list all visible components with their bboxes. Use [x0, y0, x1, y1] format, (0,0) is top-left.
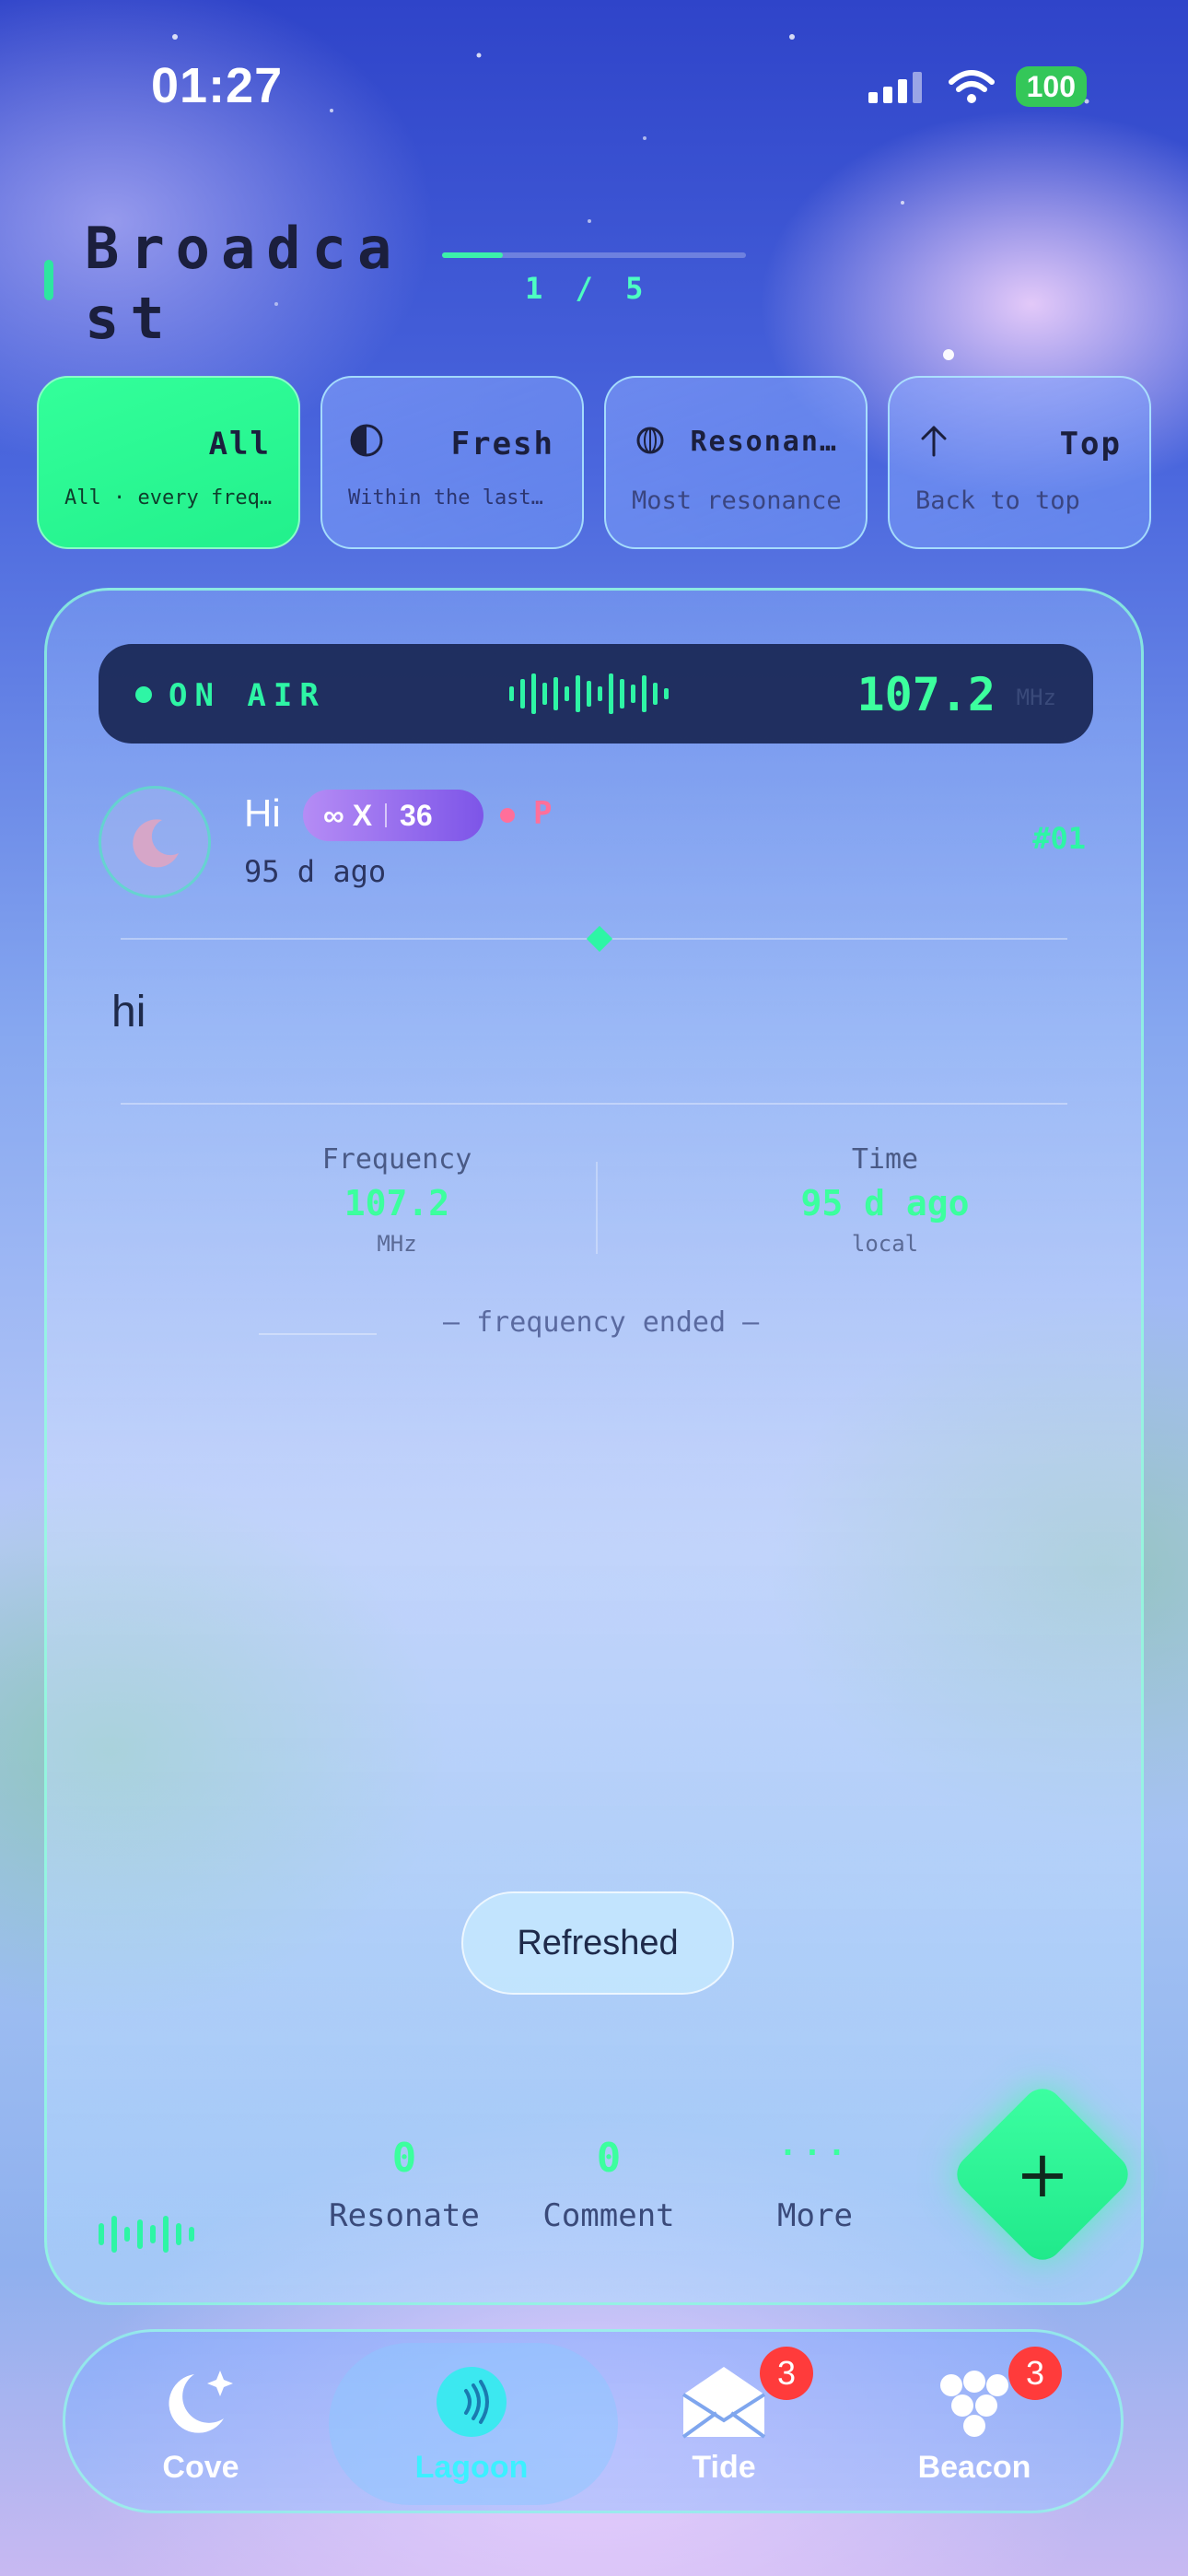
live-dot-icon: [135, 686, 152, 703]
filter-chip-top[interactable]: Top Back to top: [888, 376, 1151, 549]
level-badge-number: 36: [400, 798, 433, 832]
waveform-icon: [99, 2216, 194, 2253]
notification-badge: 3: [1008, 2347, 1062, 2400]
half-circle-icon: [350, 424, 383, 457]
divider: [259, 1333, 377, 1335]
globe-icon: [636, 427, 664, 454]
radio-wave-icon: [416, 2356, 527, 2448]
avatar[interactable]: [99, 786, 211, 898]
broadcast-card[interactable]: ON AIR 107.2 MHz Hi ∞ X 36 P 95 d ago #0…: [44, 588, 1144, 2305]
stat-unit: MHz: [377, 1231, 417, 1257]
tab-label: Cove: [162, 2450, 239, 2485]
level-badge-symbol: ∞ X: [323, 798, 373, 832]
more-label: More: [777, 2197, 853, 2234]
level-badge: ∞ X 36: [303, 790, 483, 841]
stat-divider: [596, 1162, 598, 1254]
wifi-icon: [948, 70, 995, 103]
page-title: Broadcast: [85, 215, 403, 352]
tab-tide[interactable]: 3 Tide: [600, 2332, 848, 2516]
moon-stars-icon: [146, 2356, 256, 2448]
post-tag: P: [533, 795, 553, 832]
filter-chip-label: Fresh: [450, 426, 554, 463]
tab-cove[interactable]: Cove: [76, 2332, 325, 2516]
filter-chip-label: Resonan…: [690, 426, 838, 458]
tab-label: Tide: [692, 2450, 756, 2485]
diamond-marker-icon: [586, 925, 613, 953]
notification-badge: 3: [760, 2347, 813, 2400]
tab-label: Beacon: [917, 2450, 1031, 2485]
battery-indicator: 100: [1015, 66, 1087, 107]
comment-label: Comment: [542, 2197, 675, 2234]
tag-dot-icon: [500, 808, 515, 823]
stat-value: 95 d ago: [800, 1183, 970, 1224]
stat-label: Frequency: [321, 1143, 472, 1176]
plus-icon: +: [1015, 2137, 1070, 2212]
filter-chip-subtitle: Within the last…: [348, 486, 543, 509]
filter-chip-all[interactable]: All All · every freq…: [37, 376, 300, 549]
on-air-label: ON AIR: [169, 677, 326, 714]
stat-unit: local: [851, 1231, 919, 1257]
page-progress-fill: [442, 252, 503, 258]
on-air-bar: ON AIR 107.2 MHz: [99, 644, 1093, 744]
post-username[interactable]: Hi: [244, 791, 281, 836]
resonate-count: 0: [391, 2135, 417, 2182]
stat-time: Time 95 d ago local: [692, 1143, 1078, 1257]
tab-beacon[interactable]: 3 Beacon: [850, 2332, 1099, 2516]
arrow-up-icon: [921, 426, 947, 457]
stat-label: Time: [851, 1143, 919, 1176]
post-time: 95 d ago: [244, 854, 387, 889]
post-number: #01: [1032, 821, 1086, 856]
frequency-ended-text: — frequency ended —: [443, 1306, 760, 1339]
more-button[interactable]: ··· More: [714, 2135, 916, 2234]
signal-icon: [868, 72, 922, 103]
comment-button[interactable]: 0 Comment: [507, 2135, 710, 2234]
crescent-moon-icon: [133, 819, 179, 868]
divider: [121, 1103, 1067, 1105]
stat-value: 107.2: [344, 1183, 450, 1224]
status-time: 01:27: [151, 58, 284, 113]
resonate-button[interactable]: 0 Resonate: [303, 2135, 506, 2234]
page-progress-track: [442, 252, 746, 258]
status-indicators: 100: [868, 66, 1087, 107]
post-body: hi: [111, 988, 146, 1036]
filter-chip-fresh[interactable]: Fresh Within the last…: [320, 376, 584, 549]
more-dots-icon: ···: [778, 2135, 852, 2172]
page-counter: 1 / 5: [525, 271, 651, 306]
tab-label: Lagoon: [414, 2450, 529, 2485]
waveform-icon: [509, 673, 669, 714]
filter-chip-subtitle: Most resonance: [632, 486, 842, 515]
filter-chip-label: All: [208, 426, 271, 463]
filter-chip-subtitle: Back to top: [915, 486, 1080, 515]
tab-bar: Cove Lagoon 3 Tide 3 Beacon: [63, 2329, 1124, 2513]
stat-frequency: Frequency 107.2 MHz: [204, 1143, 590, 1257]
on-air-frequency: 107.2: [856, 668, 996, 721]
filter-chip-resonance[interactable]: Resonan… Most resonance: [604, 376, 868, 549]
tab-lagoon[interactable]: Lagoon: [347, 2332, 596, 2516]
on-air-unit: MHz: [1016, 685, 1056, 710]
filter-chip-subtitle: All · every freq…: [64, 486, 273, 509]
resonate-label: Resonate: [329, 2197, 480, 2234]
refreshed-toast: Refreshed: [461, 1891, 734, 1995]
comment-count: 0: [596, 2135, 622, 2182]
title-accent-bar: [44, 260, 53, 300]
filter-chip-label: Top: [1059, 426, 1122, 463]
